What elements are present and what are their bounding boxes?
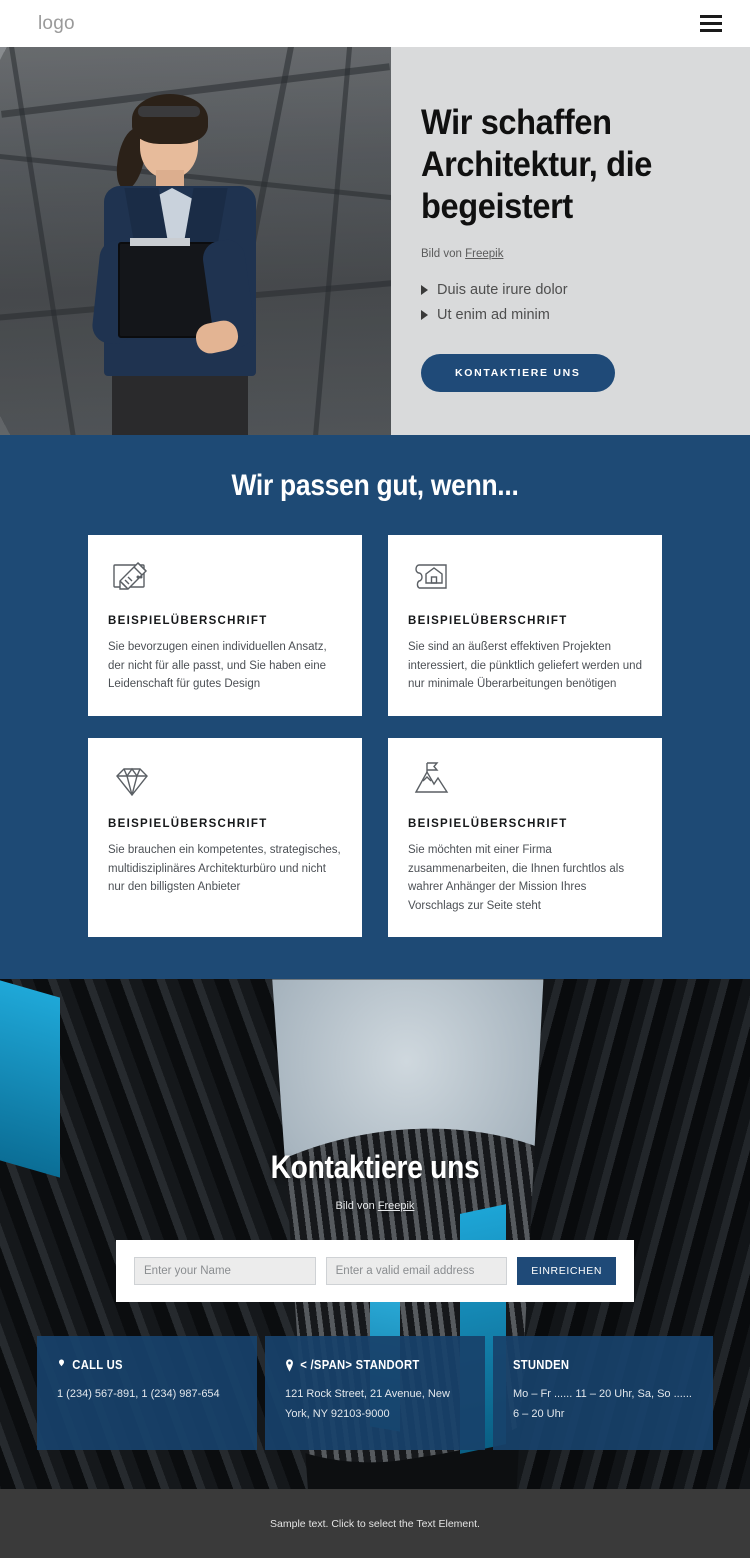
hero-section: Wir schaffen Architektur, die begeistert… [0, 47, 750, 435]
features-card-grid: BEISPIELÜBERSCHRIFT Sie bevorzugen einen… [0, 535, 750, 938]
info-box-body: 121 Rock Street, 21 Avenue, New York, NY… [285, 1388, 450, 1420]
hero-bullet-list: Duis aute irure dolor Ut enim ad minim [421, 282, 720, 323]
feature-card-body: Sie bevorzugen einen individuellen Ansat… [108, 641, 327, 691]
info-box-title-label: STUNDEN [513, 1358, 570, 1373]
burger-bar [700, 15, 722, 18]
diamond-icon [108, 758, 342, 804]
info-box-title: < /SPAN> STANDORT [285, 1358, 447, 1372]
feature-card[interactable]: BEISPIELÜBERSCHRIFT Sie möchten mit eine… [388, 737, 662, 938]
feature-card-body: Sie sind an äußerst effektiven Projekten… [408, 641, 642, 691]
phone-icon [58, 1359, 65, 1367]
features-heading: Wir passen gut, wenn... [231, 469, 519, 502]
info-box-title-label: CALL US [72, 1358, 123, 1373]
contact-credit-prefix: Bild von [335, 1200, 378, 1213]
features-section: Wir passen gut, wenn... BEISPIELÜBERSCHR… [0, 435, 750, 980]
info-box-hours: STUNDEN Mo – Fr ...... 11 – 20 Uhr, Sa, … [493, 1336, 713, 1450]
info-box-body: Mo – Fr ...... 11 – 20 Uhr, Sa, So .....… [513, 1388, 692, 1420]
hero-bullet-label: Duis aute irure dolor [437, 282, 568, 298]
feature-card[interactable]: BEISPIELÜBERSCHRIFT Sie sind an äußerst … [388, 535, 662, 716]
submit-button[interactable]: EINREICHEN [517, 1257, 617, 1286]
feature-card[interactable]: BEISPIELÜBERSCHRIFT Sie bevorzugen einen… [88, 535, 362, 716]
ruler-pencil-icon [108, 555, 342, 601]
contact-heading: Kontaktiere uns [270, 1149, 480, 1186]
triangle-bullet-icon [421, 285, 428, 295]
name-input[interactable] [134, 1257, 316, 1286]
contact-credit-link[interactable]: Freepik [378, 1200, 415, 1212]
email-input[interactable] [325, 1257, 508, 1286]
hero-title: Wir schaffen Architektur, die begeistert [421, 103, 653, 226]
info-box-location: < /SPAN> STANDORT 121 Rock Street, 21 Av… [265, 1336, 485, 1450]
mountain-flag-icon [408, 758, 642, 804]
info-box-title-label: < /SPAN> STANDORT [300, 1358, 420, 1373]
feature-card-title: BEISPIELÜBERSCHRIFT [408, 817, 568, 830]
contact-us-button[interactable]: KONTAKTIERE UNS [421, 354, 615, 392]
info-box-title: STUNDEN [513, 1358, 675, 1372]
figure-hair [132, 94, 208, 144]
hero-person-figure [88, 90, 303, 435]
contact-image-credit: Bild von Freepik [0, 1200, 750, 1212]
location-pin-icon [286, 1359, 293, 1372]
footer-text: Sample text. Click to select the Text El… [270, 1517, 480, 1530]
contact-info-row: CALL US 1 (234) 567-891, 1 (234) 987-654… [0, 1336, 750, 1450]
info-box-body: 1 (234) 567-891, 1 (234) 987-654 [57, 1388, 220, 1401]
figure-glasses [138, 106, 200, 117]
burger-bar [700, 22, 722, 25]
hamburger-menu-icon[interactable] [700, 15, 722, 32]
hero-credit-prefix: Bild von [421, 248, 466, 260]
info-box-call-us: CALL US 1 (234) 567-891, 1 (234) 987-654 [37, 1336, 257, 1450]
info-box-title: CALL US [57, 1358, 219, 1372]
hero-bullet-label: Ut enim ad minim [437, 307, 550, 323]
contact-form: EINREICHEN [116, 1240, 634, 1303]
hero-image-credit: Bild von Freepik [421, 248, 720, 260]
feature-card[interactable]: BEISPIELÜBERSCHRIFT Sie brauchen ein kom… [88, 737, 362, 938]
hero-credit-link[interactable]: Freepik [465, 248, 503, 260]
blueprint-house-icon [408, 555, 642, 601]
feature-card-body: Sie möchten mit einer Firma zusammenarbe… [408, 843, 625, 912]
contact-section: Kontaktiere uns Bild von Freepik EINREIC… [0, 979, 750, 1490]
hero-image [0, 47, 391, 435]
contact-content: Kontaktiere uns Bild von Freepik EINREIC… [0, 979, 750, 1450]
hero-copy: Wir schaffen Architektur, die begeistert… [391, 47, 750, 435]
burger-bar [700, 29, 722, 32]
site-logo[interactable]: logo [38, 13, 75, 35]
hero-bullet-item: Duis aute irure dolor [421, 282, 720, 298]
site-header: logo [0, 0, 750, 47]
feature-card-body: Sie brauchen ein kompetentes, strategisc… [108, 843, 341, 894]
feature-card-title: BEISPIELÜBERSCHRIFT [108, 817, 268, 830]
feature-card-title: BEISPIELÜBERSCHRIFT [408, 615, 568, 627]
triangle-bullet-icon [421, 310, 428, 320]
site-footer: Sample text. Click to select the Text El… [0, 1489, 750, 1558]
hero-bullet-item: Ut enim ad minim [421, 307, 720, 323]
feature-card-title: BEISPIELÜBERSCHRIFT [108, 615, 268, 627]
